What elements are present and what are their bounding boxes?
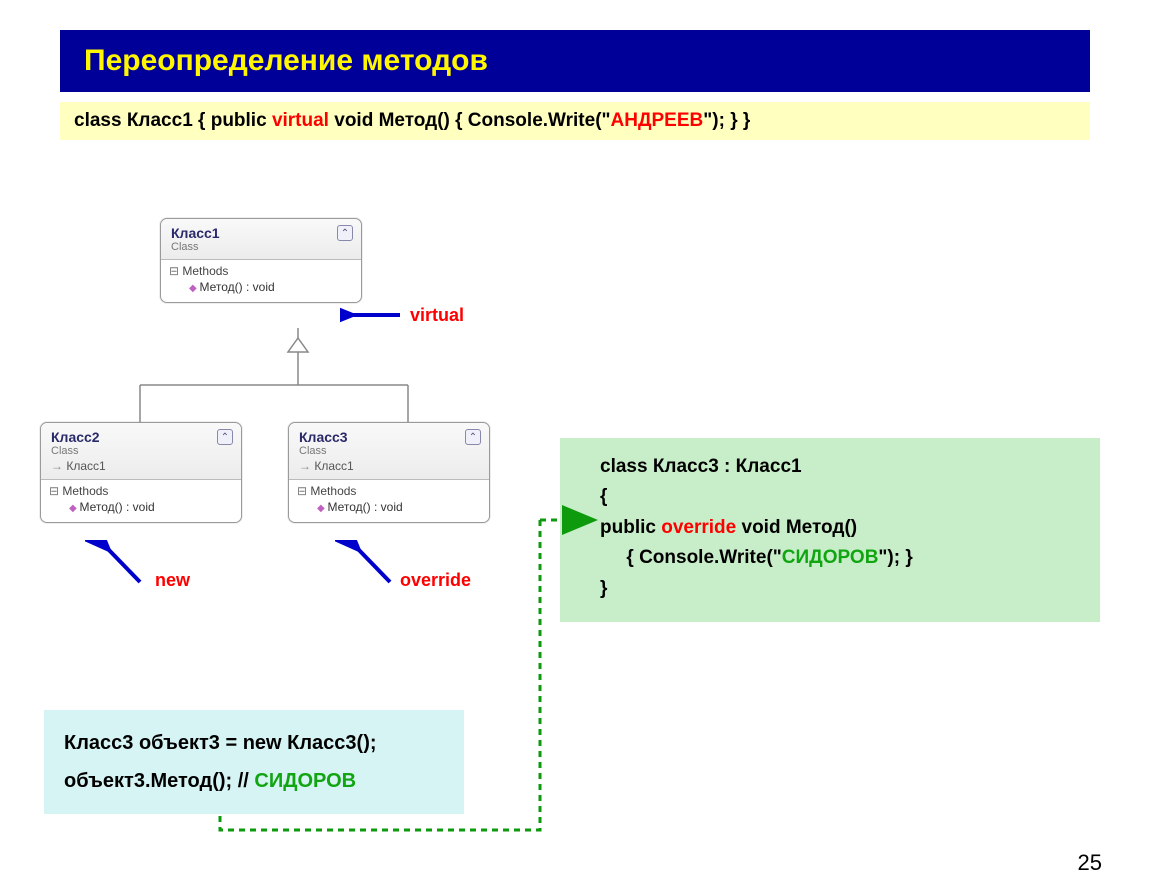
code-line-body: { Console.Write("СИДОРОВ"); } [600,543,1080,573]
class-name: Класс3 [299,429,481,445]
label-override: override [400,570,471,591]
uml-header: Класс3 Class Класс1 ⌃ [289,423,489,480]
uml-header: Класс1 Class ⌃ [161,219,361,260]
string-literal: АНДРЕЕВ [611,110,704,131]
code-part: "); } } [703,110,750,131]
code-line: Класс3 объект3 = new Класс3(); [64,724,444,762]
arrow-override [335,540,405,590]
page-number: 25 [1078,850,1102,876]
uml-header: Класс2 Class Класс1 ⌃ [41,423,241,480]
class3-definition: class Класс3 : Класс1 { public override … [560,438,1100,622]
class-type: Class [51,445,233,457]
keyword-override: override [661,517,736,538]
uml-class1: Класс1 Class ⌃ Methods Метод() : void [160,218,362,303]
method-signature: Метод() : void [317,500,481,514]
uml-class2: Класс2 Class Класс1 ⌃ Methods Метод() : … [40,422,242,523]
code-part: "); } [878,547,912,568]
uml-body: Methods Метод() : void [41,480,241,522]
class-name: Класс1 [171,225,353,241]
label-new: new [155,570,190,591]
output-comment: СИДОРОВ [254,770,356,792]
slide-title: Переопределение методов [60,30,1090,92]
section-label: Methods [49,484,233,498]
base-class: Класс1 [51,459,233,473]
keyword-virtual: virtual [272,110,329,131]
code-part: class Класс1 { public [74,110,272,131]
code-line: { [600,482,1080,512]
uml-body: Methods Метод() : void [289,480,489,522]
section-label: Methods [297,484,481,498]
code-part: void Метод() [736,517,857,538]
code-line-override: public override void Метод() [600,513,1080,543]
code-strip: class Класс1 { public virtual void Метод… [60,102,1090,140]
code-part: void Метод() { Console.Write(" [329,110,611,131]
base-class: Класс1 [299,459,481,473]
string-literal: СИДОРОВ [782,547,879,568]
code-part: объект3.Метод(); // [64,770,254,792]
class-name: Класс2 [51,429,233,445]
collapse-icon: ⌃ [217,429,233,445]
label-virtual: virtual [410,305,464,326]
method-signature: Метод() : void [189,280,353,294]
class-type: Class [299,445,481,457]
class-type: Class [171,241,353,253]
collapse-icon: ⌃ [337,225,353,241]
collapse-icon: ⌃ [465,429,481,445]
title-text: Переопределение методов [84,44,488,77]
code-line: class Класс3 : Класс1 [600,452,1080,482]
arrow-new [85,540,155,590]
uml-class3: Класс3 Class Класс1 ⌃ Methods Метод() : … [288,422,490,523]
code-part: { Console.Write(" [600,547,782,568]
method-signature: Метод() : void [69,500,233,514]
section-label: Methods [169,264,353,278]
arrow-virtual [340,300,410,330]
code-line: } [600,574,1080,604]
code-part: public [600,517,661,538]
code-line-call: объект3.Метод(); // СИДОРОВ [64,762,444,800]
uml-body: Methods Метод() : void [161,260,361,302]
usage-code: Класс3 объект3 = new Класс3(); объект3.М… [44,710,464,814]
